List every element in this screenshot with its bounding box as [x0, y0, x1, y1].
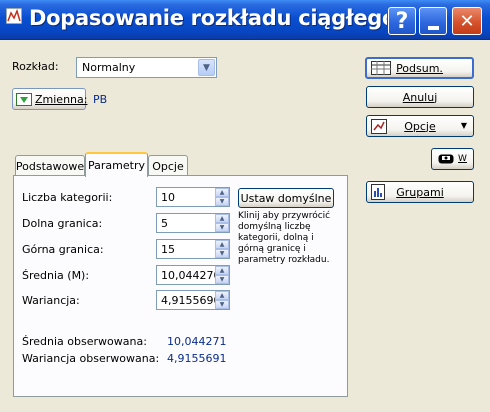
minimize-icon — [427, 25, 439, 30]
close-button[interactable]: ✕ — [452, 7, 482, 35]
observed-mean-value: 10,044271 — [167, 335, 227, 348]
upper-bound-value: 15 — [161, 243, 175, 256]
categories-stepper[interactable]: 10 ▲ ▼ — [156, 187, 230, 207]
spin-up-icon[interactable]: ▲ — [215, 214, 229, 223]
summary-icon — [371, 61, 391, 78]
minimize-button[interactable] — [419, 7, 447, 35]
title-bar[interactable]: Dopasowanie rozkładu ciągłego: Zmienna P… — [0, 0, 490, 40]
groups-button[interactable]: Grupami — [366, 181, 474, 203]
observed-mean-label: Średnia obserwowana: — [22, 335, 147, 348]
tab-label: Parametry — [88, 159, 145, 172]
mean-stepper[interactable]: 10,044270 ▲ ▼ — [156, 265, 230, 285]
variable-button-label: Zmienna: — [35, 92, 88, 106]
observed-variance-value: 4,9155691 — [167, 352, 227, 365]
tab-podstawowe[interactable]: Podstawowe — [15, 155, 85, 177]
variable-value: PB — [93, 93, 108, 106]
lower-bound-label: Dolna granica: — [22, 217, 103, 230]
defaults-hint: Klinij aby przywrócić domyślną liczbę ka… — [238, 211, 331, 265]
options-button[interactable]: Opcje ▼ — [366, 115, 474, 137]
distribution-label: Rozkład: — [12, 60, 59, 73]
help-icon: ? — [395, 8, 409, 34]
tab-parametry[interactable]: Parametry — [85, 152, 148, 177]
tab-label: Podstawowe — [15, 160, 85, 173]
w-button[interactable]: W — [431, 148, 474, 170]
options-button-label: Opcje — [404, 119, 436, 133]
options-icon — [371, 119, 387, 137]
w-button-label: W — [458, 154, 467, 164]
upper-bound-stepper[interactable]: 15 ▲ ▼ — [156, 239, 230, 259]
spin-up-icon[interactable]: ▲ — [215, 240, 229, 249]
mean-value: 10,044270 — [161, 269, 221, 282]
variable-button[interactable]: Zmienna: — [12, 88, 88, 110]
variable-icon — [16, 92, 32, 106]
spin-down-icon[interactable]: ▼ — [215, 275, 229, 284]
summary-button[interactable]: Podsum. — [365, 57, 474, 79]
tab-opcje[interactable]: Opcje — [148, 155, 188, 177]
lower-bound-value: 5 — [161, 217, 168, 230]
spin-up-icon[interactable]: ▲ — [215, 188, 229, 197]
cancel-button[interactable]: Anuluj — [366, 86, 474, 108]
spin-down-icon[interactable]: ▼ — [215, 300, 229, 309]
window-title: Dopasowanie rozkładu ciągłego: Zmienna P… — [29, 6, 387, 30]
help-button[interactable]: ? — [388, 7, 416, 35]
distribution-value: Normalny — [82, 61, 136, 74]
upper-bound-label: Górna granica: — [22, 243, 104, 256]
cancel-button-label: Anuluj — [402, 90, 438, 104]
w-icon — [438, 152, 454, 167]
tab-label: Opcje — [152, 160, 184, 173]
close-icon: ✕ — [459, 10, 475, 32]
variance-label: Wariancja: — [22, 294, 80, 307]
variance-stepper[interactable]: 4,9155690 ▲ ▼ — [156, 290, 230, 310]
lower-bound-stepper[interactable]: 5 ▲ ▼ — [156, 213, 230, 233]
spin-down-icon[interactable]: ▼ — [215, 223, 229, 232]
categories-value: 10 — [161, 191, 175, 204]
spin-down-icon[interactable]: ▼ — [215, 249, 229, 258]
set-defaults-button[interactable]: Ustaw domyślne — [238, 188, 334, 208]
set-defaults-label: Ustaw domyślne — [240, 191, 332, 205]
variance-value: 4,9155690 — [161, 294, 221, 307]
spin-down-icon[interactable]: ▼ — [215, 197, 229, 206]
summary-button-label: Podsum. — [396, 61, 443, 75]
mean-label: Średnia (M): — [22, 269, 90, 282]
groups-button-label: Grupami — [396, 185, 444, 199]
options-dropdown-arrow-icon: ▼ — [460, 121, 467, 130]
chevron-down-icon[interactable]: ▼ — [198, 59, 215, 76]
spin-up-icon[interactable]: ▲ — [215, 266, 229, 275]
groups-icon — [371, 184, 385, 203]
observed-variance-label: Wariancja obserwowana: — [22, 352, 160, 365]
distribution-select[interactable]: Normalny ▼ — [76, 57, 217, 78]
spin-up-icon[interactable]: ▲ — [215, 291, 229, 300]
app-icon — [6, 8, 22, 24]
categories-label: Liczba kategorii: — [22, 191, 113, 204]
